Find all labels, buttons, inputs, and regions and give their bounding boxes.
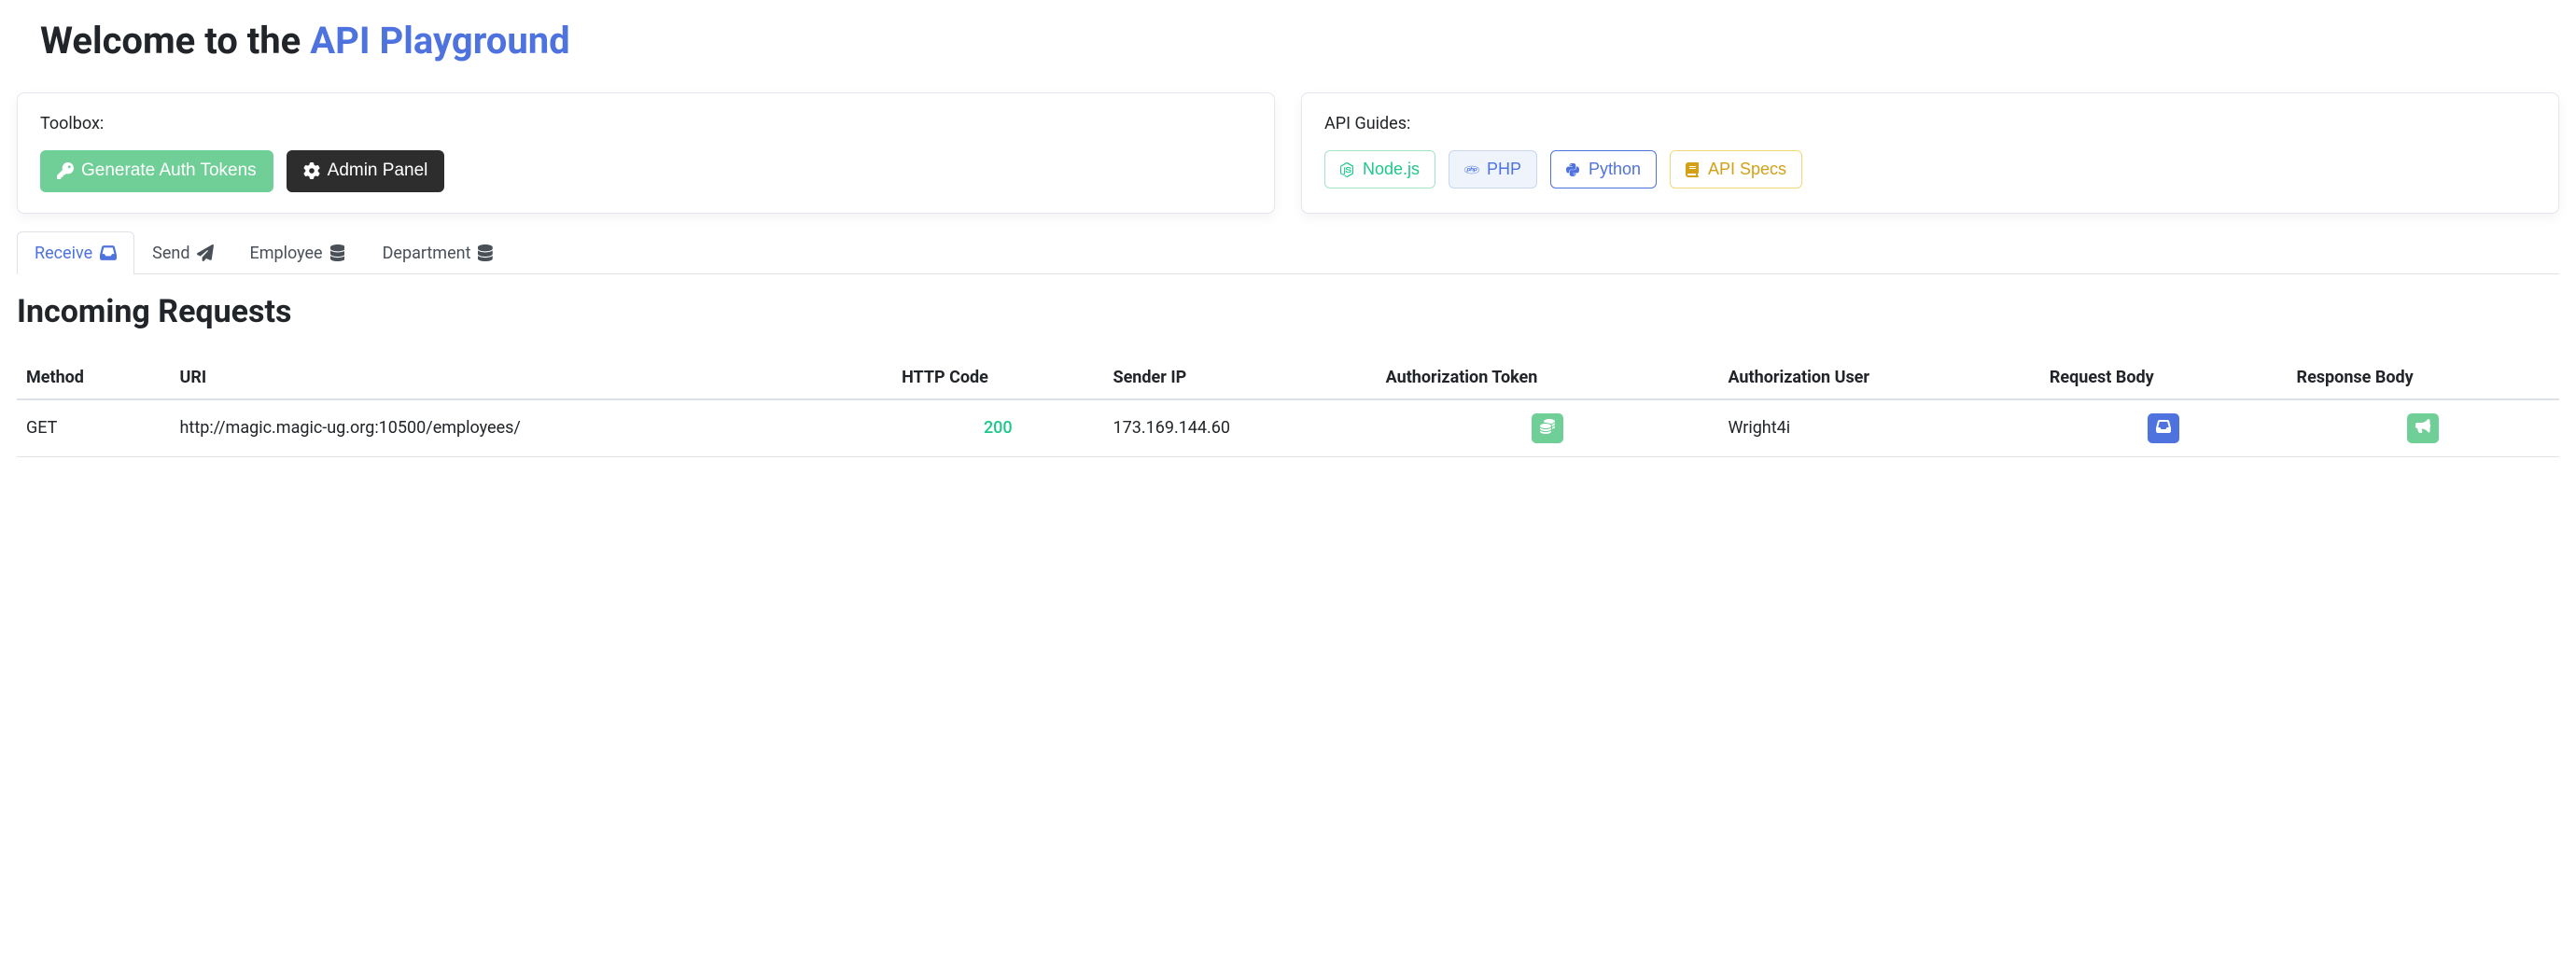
python-guide-button[interactable]: Python — [1550, 150, 1657, 188]
coins-icon — [1540, 419, 1555, 437]
response-body-button[interactable] — [2407, 413, 2439, 443]
th-uri: URI — [171, 356, 893, 399]
bullhorn-icon — [2415, 419, 2430, 437]
toolbox-card: Toolbox: Generate Auth Tokens Admin Pane… — [17, 92, 1275, 214]
tab-receive-label: Receive — [35, 244, 92, 263]
tab-receive[interactable]: Receive — [17, 231, 134, 274]
api-specs-button[interactable]: API Specs — [1670, 150, 1802, 188]
api-guides-label: API Guides: — [1324, 114, 2536, 133]
th-http-code: HTTP Code — [892, 356, 1103, 399]
toolbox-label: Toolbox: — [40, 114, 1252, 133]
page-title: Welcome to the API Playground — [40, 19, 2559, 63]
page-title-prefix: Welcome to the — [40, 19, 310, 63]
th-response-body: Response Body — [2288, 356, 2559, 399]
python-guide-label: Python — [1589, 159, 1641, 180]
incoming-requests-heading: Incoming Requests — [17, 293, 2559, 330]
inbox-icon — [2156, 419, 2171, 437]
th-sender-ip: Sender IP — [1104, 356, 1377, 399]
key-icon — [57, 162, 74, 179]
main-tabs: Receive Send Employee Department — [17, 230, 2559, 274]
admin-panel-label: Admin Panel — [328, 160, 428, 183]
cell-http-code: 200 — [984, 418, 1013, 438]
paper-plane-icon — [197, 244, 214, 261]
cell-auth-user: Wright4i — [1718, 399, 2039, 457]
tab-send[interactable]: Send — [134, 231, 231, 274]
tab-department[interactable]: Department — [365, 231, 513, 274]
inbox-icon — [100, 244, 117, 261]
php-guide-button[interactable]: PHP — [1449, 150, 1537, 188]
tab-send-label: Send — [152, 244, 189, 263]
auth-token-button[interactable] — [1532, 413, 1563, 443]
php-icon — [1464, 162, 1479, 177]
incoming-requests-table: Method URI HTTP Code Sender IP Authoriza… — [17, 356, 2559, 457]
api-specs-label: API Specs — [1708, 159, 1786, 180]
php-guide-label: PHP — [1487, 159, 1521, 180]
admin-panel-button[interactable]: Admin Panel — [287, 150, 445, 192]
nodejs-guide-label: Node.js — [1363, 159, 1420, 180]
cell-method: GET — [17, 399, 171, 457]
tab-employee-label: Employee — [249, 244, 322, 263]
generate-auth-tokens-label: Generate Auth Tokens — [81, 160, 257, 183]
page-title-highlight: API Playground — [310, 19, 569, 63]
tab-department-label: Department — [383, 244, 471, 263]
th-auth-user: Authorization User — [1718, 356, 2039, 399]
python-icon — [1566, 162, 1581, 177]
generate-auth-tokens-button[interactable]: Generate Auth Tokens — [40, 150, 273, 192]
gear-icon — [303, 162, 320, 179]
th-method: Method — [17, 356, 171, 399]
cell-sender-ip: 173.169.144.60 — [1104, 399, 1377, 457]
book-icon — [1686, 162, 1701, 177]
th-request-body: Request Body — [2040, 356, 2288, 399]
table-row: GET http://magic.magic-ug.org:10500/empl… — [17, 399, 2559, 457]
database-icon — [478, 244, 495, 261]
database-icon — [330, 244, 347, 261]
request-body-button[interactable] — [2148, 413, 2179, 443]
cell-uri: http://magic.magic-ug.org:10500/employee… — [171, 399, 893, 457]
api-guides-card: API Guides: Node.js PHP Python API Specs — [1301, 92, 2559, 214]
nodejs-icon — [1340, 162, 1355, 177]
th-auth-token: Authorization Token — [1377, 356, 1719, 399]
tab-employee[interactable]: Employee — [231, 231, 364, 274]
nodejs-guide-button[interactable]: Node.js — [1324, 150, 1435, 188]
